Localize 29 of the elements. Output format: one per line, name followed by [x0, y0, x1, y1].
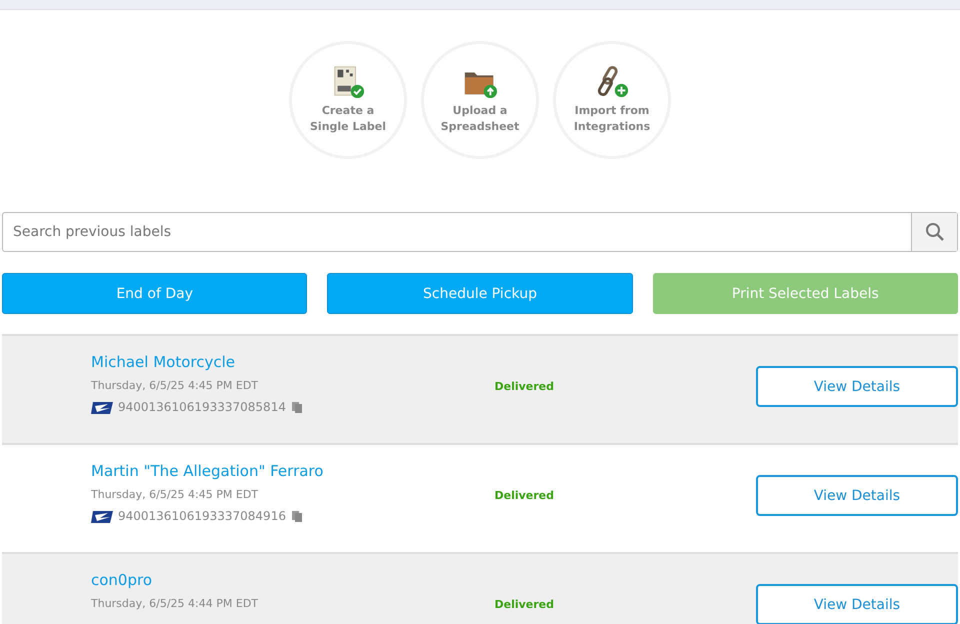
status-text: Delivered	[494, 380, 556, 393]
search-icon	[924, 222, 944, 242]
tracking-number: 9400136106193337084916	[118, 509, 286, 523]
action-label: Upload a Spreadsheet	[440, 103, 520, 135]
recipient-link[interactable]: con0pro	[91, 571, 494, 589]
tracking-number: 9400136106193337085814	[118, 400, 286, 414]
recipient-link[interactable]: Michael Motorcycle	[91, 353, 494, 371]
view-details-button[interactable]: View Details	[756, 366, 958, 407]
status-text: Delivered	[494, 489, 556, 502]
copy-icon[interactable]	[290, 401, 303, 413]
copy-icon[interactable]	[290, 510, 303, 522]
action-tile[interactable]: Create a Single Label	[289, 41, 407, 159]
action-label: Import from Integrations	[574, 103, 650, 135]
usps-eagle-icon	[91, 400, 113, 414]
action-button[interactable]: Schedule Pickup	[327, 273, 633, 314]
action-label: Create a Single Label	[310, 103, 386, 135]
shipment-date: Thursday, 6/5/25 4:45 PM EDT	[91, 488, 260, 501]
shipment-date: Thursday, 6/5/25 4:45 PM EDT	[91, 379, 260, 392]
action-tile[interactable]: Upload a Spreadsheet	[421, 41, 539, 159]
usps-eagle-icon	[91, 510, 113, 522]
chain-link-icon	[595, 65, 629, 99]
action-button[interactable]: End of Day	[2, 273, 308, 314]
view-details-button[interactable]: View Details	[756, 584, 958, 624]
action-tile[interactable]: Import from Integrations	[553, 41, 671, 159]
status-text: Delivered	[494, 598, 556, 611]
shipment-date: Thursday, 6/5/25 4:44 PM EDT	[91, 597, 260, 610]
view-details-button[interactable]: View Details	[756, 475, 958, 516]
search-button[interactable]	[911, 213, 957, 251]
recipient-link[interactable]: Martin "The Allegation" Ferraro	[91, 462, 494, 480]
